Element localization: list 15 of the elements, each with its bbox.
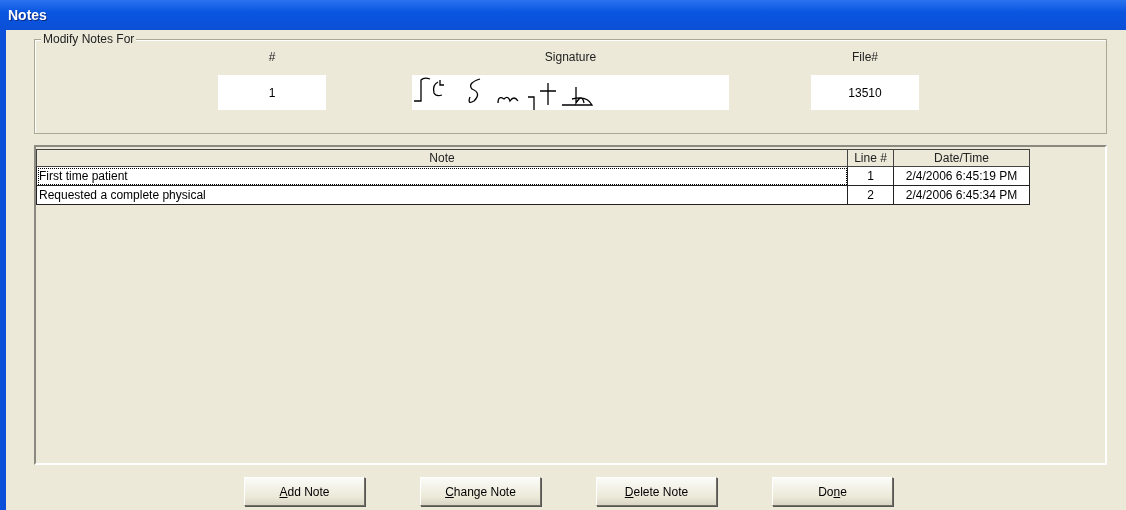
field-label: Signature [544,50,597,64]
input-field[interactable]: 1 [218,75,326,110]
action-button[interactable]: Done [772,477,893,506]
action-button[interactable]: Delete Note [596,477,717,506]
column-header[interactable]: Line # [847,149,894,167]
column-header[interactable]: Date/Time [893,149,1030,167]
group-title: Modify Notes For [41,32,137,46]
field-label: File# [852,50,878,64]
action-button[interactable]: Change Note [420,477,541,506]
field-label: # [268,50,276,64]
action-button[interactable]: Add Note [244,477,365,506]
window-title: Notes [8,7,47,23]
input-field[interactable]: 13510 [811,75,919,110]
signature-field[interactable] [412,75,729,110]
column-header[interactable]: Note [36,149,848,167]
